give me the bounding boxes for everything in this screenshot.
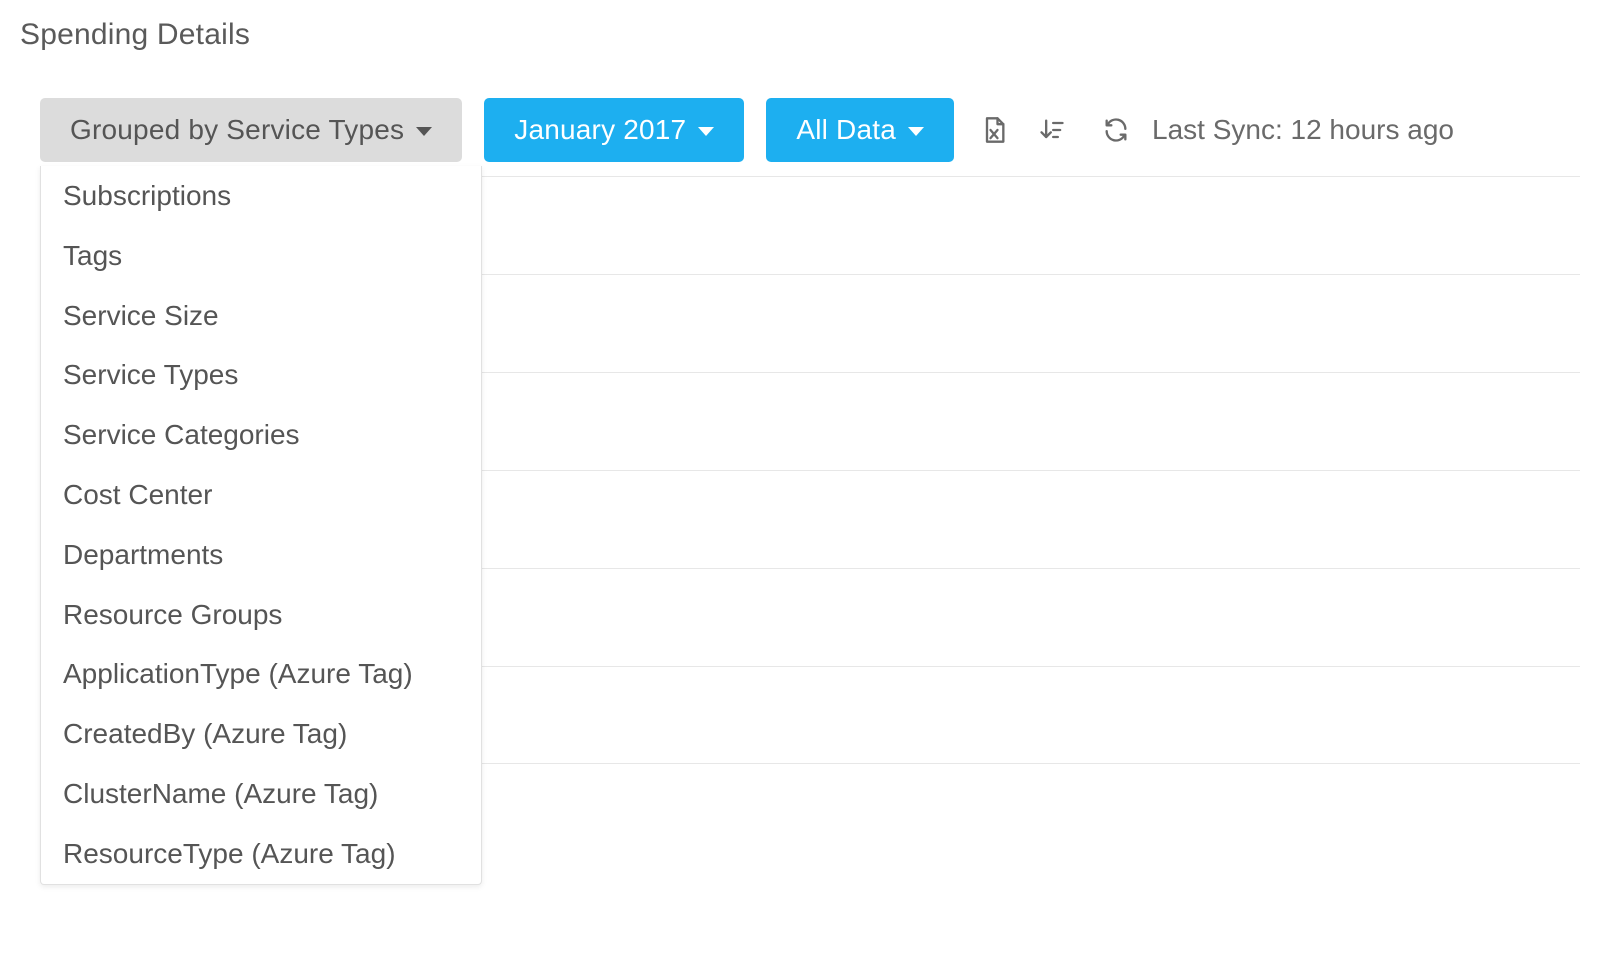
caret-down-icon <box>908 127 924 136</box>
group-by-option[interactable]: ClusterName (Azure Tag) <box>41 764 481 824</box>
scope-button[interactable]: All Data <box>766 98 954 162</box>
caret-down-icon <box>698 127 714 136</box>
group-by-option[interactable]: CreatedBy (Azure Tag) <box>41 704 481 764</box>
period-button[interactable]: January 2017 <box>484 98 744 162</box>
group-by-option[interactable]: Departments <box>41 525 481 585</box>
group-by-option[interactable]: ResourceType (Azure Tag) <box>41 824 481 884</box>
group-by-option[interactable]: ApplicationType (Azure Tag) <box>41 644 481 704</box>
sort-icon[interactable] <box>1034 112 1070 148</box>
group-by-option[interactable]: Resource Groups <box>41 585 481 645</box>
page-title: Spending Details <box>20 18 1580 52</box>
group-by-option[interactable]: Service Size <box>41 286 481 346</box>
period-label: January 2017 <box>514 113 686 147</box>
group-by-option[interactable]: Tags <box>41 226 481 286</box>
group-by-option[interactable]: Cost Center <box>41 465 481 525</box>
scope-label: All Data <box>796 113 896 147</box>
group-by-label: Grouped by Service Types <box>70 113 404 147</box>
group-by-option[interactable]: Subscriptions <box>41 166 481 226</box>
group-by-button[interactable]: Grouped by Service Types <box>40 98 462 162</box>
export-excel-icon[interactable] <box>976 112 1012 148</box>
sync-group: Last Sync: 12 hours ago <box>1098 112 1454 148</box>
toolbar: Grouped by Service Types January 2017 Al… <box>20 98 1580 162</box>
group-by-option[interactable]: Service Types <box>41 345 481 405</box>
sync-label: Last Sync: 12 hours ago <box>1152 114 1454 146</box>
group-by-option[interactable]: Service Categories <box>41 405 481 465</box>
group-by-dropdown: SubscriptionsTagsService SizeService Typ… <box>40 166 482 885</box>
caret-down-icon <box>416 127 432 136</box>
refresh-icon[interactable] <box>1098 112 1134 148</box>
